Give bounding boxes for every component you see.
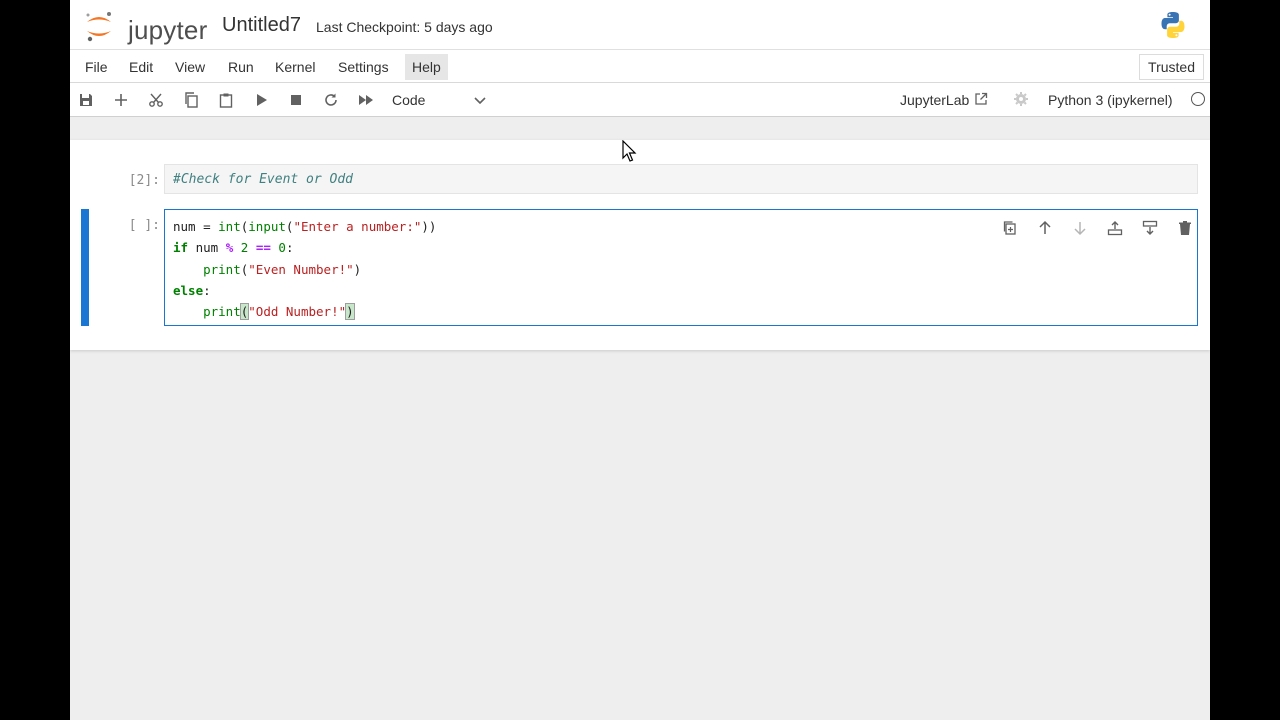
code-line-1: num = int(input("Enter a number:")): [173, 219, 437, 234]
move-down-icon: [1074, 222, 1086, 236]
notebook-toolbar: Code JupyterLab Python 3 (ipykernel): [70, 83, 1210, 117]
move-up-button[interactable]: [1033, 216, 1057, 240]
run-all-button[interactable]: [355, 89, 377, 111]
menu-edit[interactable]: Edit: [122, 54, 160, 80]
move-down-button[interactable]: [1068, 216, 1092, 240]
add-cell-icon: [115, 94, 127, 106]
code-line-2: if num % 2 == 0:: [173, 240, 294, 256]
markdown-source: #Check for Event or Odd: [173, 172, 354, 187]
menu-run[interactable]: Run: [221, 54, 261, 80]
chevron-down-icon: [474, 97, 486, 105]
jupyter-app: jupyter Untitled7 Last Checkpoint: 5 day…: [70, 0, 1210, 720]
gear-icon: [1014, 92, 1028, 106]
duplicate-cell-button[interactable]: [998, 216, 1022, 240]
delete-icon: [1179, 221, 1191, 235]
cell-prompt: [ ]:: [128, 218, 160, 233]
menu-settings[interactable]: Settings: [331, 54, 396, 80]
logo-text: jupyter: [128, 15, 208, 45]
insert-above-icon: [1107, 221, 1123, 236]
cell-toolbar: [998, 216, 1194, 240]
notebook-title[interactable]: Untitled7: [222, 14, 301, 37]
menubar: File Edit View Run Kernel Settings Help …: [70, 50, 1210, 83]
markdown-cell[interactable]: #Check for Event or Odd: [164, 164, 1198, 194]
save-icon: [80, 94, 92, 106]
cut-button[interactable]: [145, 89, 167, 111]
mouse-pointer-icon: [622, 140, 637, 162]
move-up-icon: [1039, 220, 1051, 234]
menu-view[interactable]: View: [168, 54, 212, 80]
code-line-5: print("Odd Number!"): [203, 303, 355, 321]
insert-below-button[interactable]: [1138, 216, 1162, 240]
delete-cell-button[interactable]: [1173, 216, 1197, 240]
jupyter-logo-icon: [86, 12, 111, 42]
open-jupyterlab-link[interactable]: JupyterLab: [900, 90, 988, 110]
paste-button[interactable]: [215, 89, 237, 111]
header: jupyter Untitled7 Last Checkpoint: 5 day…: [70, 0, 1210, 50]
cell-type-select[interactable]: Code: [392, 89, 488, 111]
cell-prompt: [2]:: [128, 173, 160, 188]
duplicate-icon: [1003, 221, 1016, 235]
code-line-4: else:: [173, 282, 211, 298]
kernel-name[interactable]: Python 3 (ipykernel): [1048, 90, 1173, 110]
menu-kernel[interactable]: Kernel: [268, 54, 322, 80]
code-editor[interactable]: num = int(input("Enter a number:")) if n…: [173, 216, 436, 322]
python-logo-icon: [1161, 12, 1185, 38]
jupyterlab-label: JupyterLab: [900, 92, 970, 108]
external-link-icon: [975, 92, 988, 105]
restart-button[interactable]: [320, 89, 342, 111]
notebook-panel: [2]: #Check for Event or Odd [ ]: num = …: [70, 140, 1210, 350]
run-icon: [257, 94, 267, 106]
jupyter-logo[interactable]: jupyter: [82, 9, 212, 45]
stop-icon: [291, 95, 301, 105]
copy-icon: [185, 92, 198, 108]
stop-button[interactable]: [285, 89, 307, 111]
fast-forward-icon: [359, 95, 373, 105]
cut-icon: [149, 93, 163, 107]
run-button[interactable]: [250, 89, 272, 111]
code-line-3: print("Even Number!"): [203, 261, 362, 277]
menu-help[interactable]: Help: [405, 54, 448, 80]
menu-file[interactable]: File: [78, 54, 115, 80]
insert-below-icon: [1142, 220, 1158, 235]
cell-type-value: Code: [392, 92, 426, 108]
checkpoint-status: Last Checkpoint: 5 days ago: [316, 19, 493, 35]
kernel-status-icon: [1191, 92, 1205, 106]
text-cursor: [353, 303, 355, 319]
insert-above-button[interactable]: [1103, 216, 1127, 240]
paste-icon: [219, 93, 233, 108]
trusted-indicator[interactable]: Trusted: [1139, 54, 1204, 80]
save-button[interactable]: [75, 89, 97, 111]
add-cell-button[interactable]: [110, 89, 132, 111]
copy-button[interactable]: [180, 89, 202, 111]
restart-icon: [325, 93, 337, 106]
